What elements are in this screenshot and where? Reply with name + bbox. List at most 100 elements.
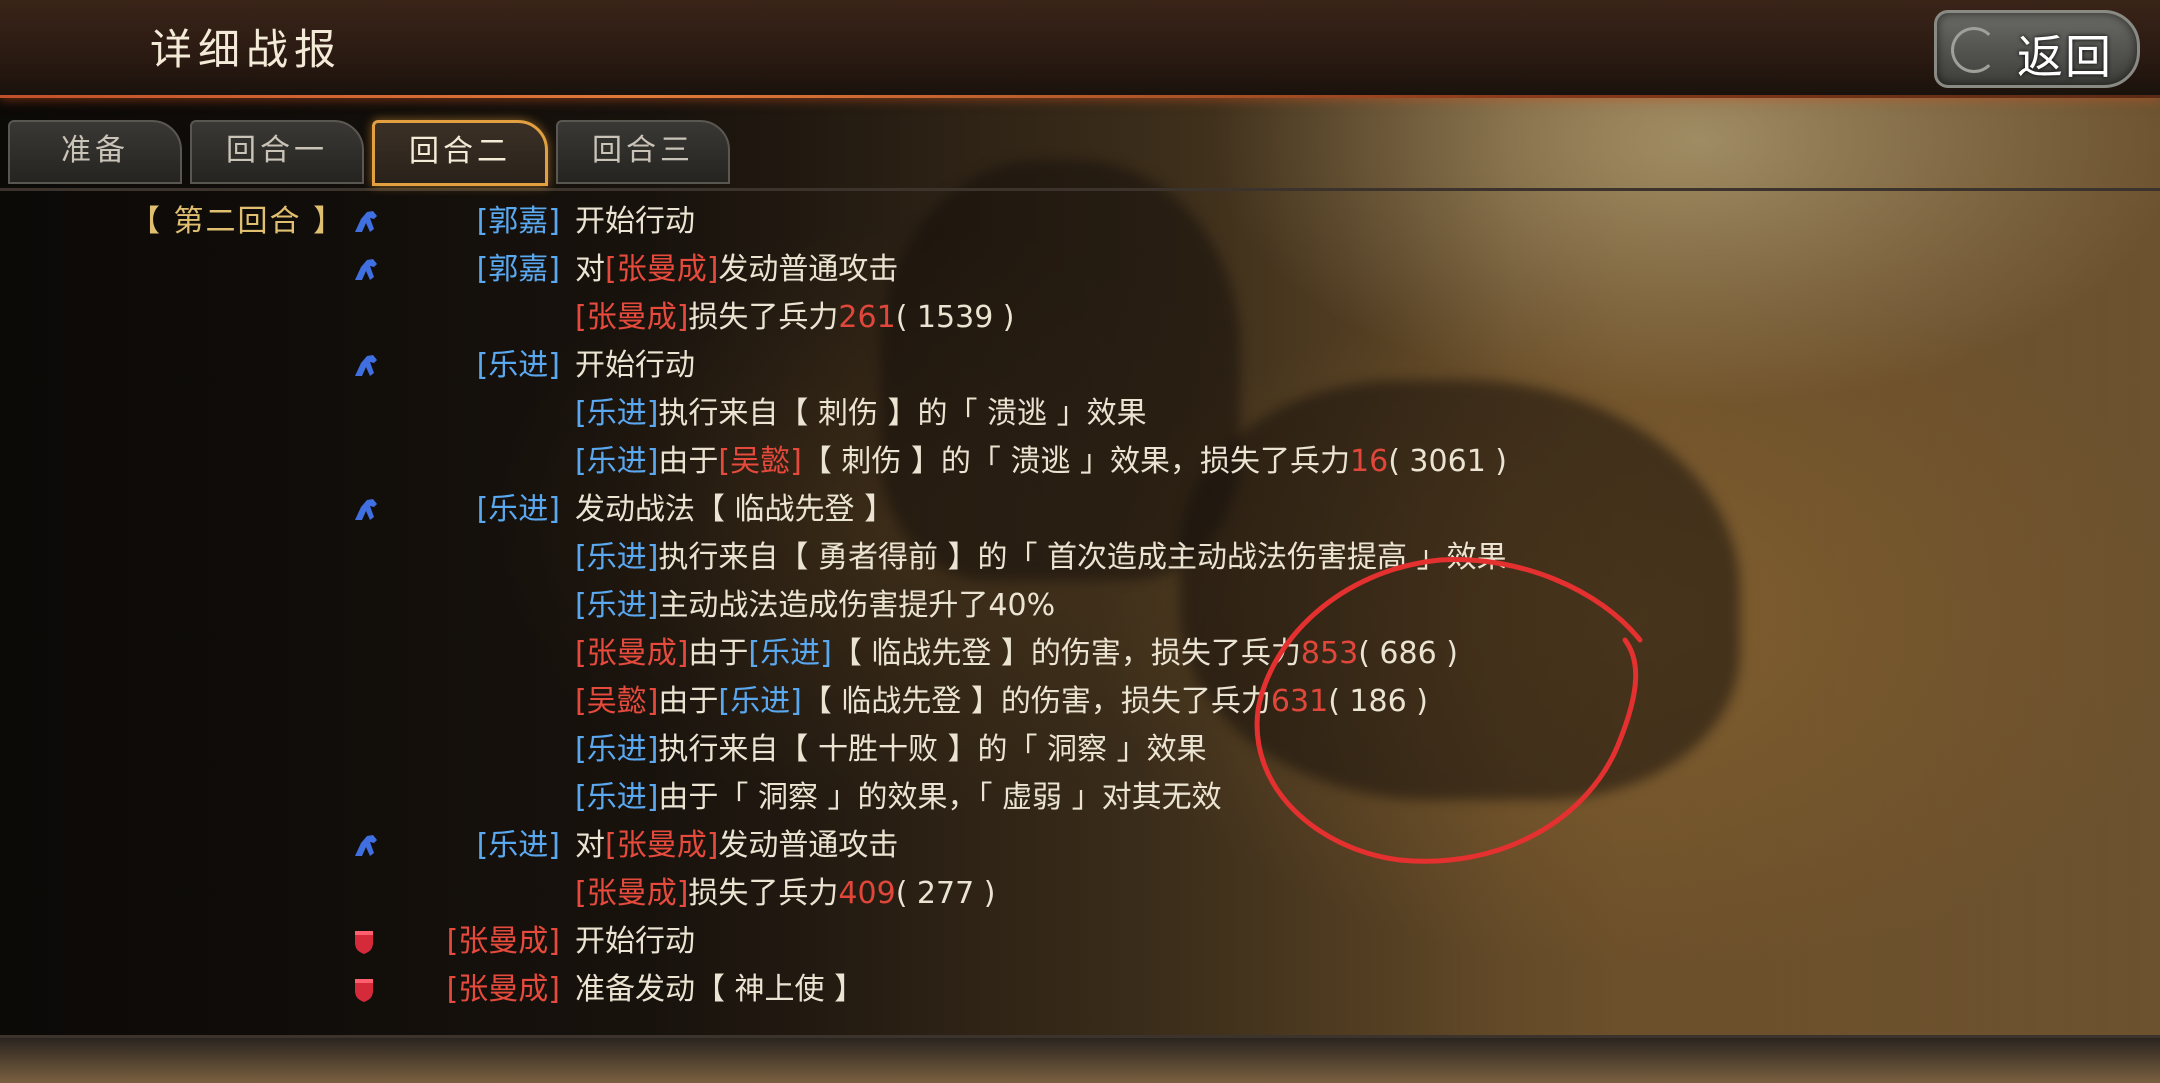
log-text: 开始行动 <box>575 348 695 383</box>
log-row: [乐进] 开始行动 <box>0 342 2160 390</box>
log-text-part: 损失了兵力 <box>688 876 839 911</box>
log-subject: [乐进] <box>575 396 659 431</box>
loss-number: 261 <box>838 300 896 335</box>
remaining-count: ( 1539 ) <box>895 300 1015 335</box>
log-text-part: 对 <box>575 252 605 287</box>
bottom-bar <box>0 1035 2160 1083</box>
log-text-part: 执行来自【 刺伤 】的「 溃逃 」效果 <box>658 396 1147 431</box>
log-row: [乐进]执行来自【 十胜十败 】的「 洞察 」效果 <box>0 726 2160 774</box>
log-subject: [乐进] <box>575 444 659 479</box>
log-text: [乐进]执行来自【 刺伤 】的「 溃逃 」效果 <box>575 390 1147 438</box>
loss-number: 631 <box>1270 684 1329 719</box>
log-subject: [张曼成] <box>575 876 689 911</box>
log-actor: [乐进] <box>476 348 560 383</box>
log-text: 对[张曼成]发动普通攻击 <box>575 822 898 870</box>
log-row: [张曼成]由于[乐进]【 临战先登 】的伤害，损失了兵力853( 686 ) <box>0 630 2160 678</box>
log-text-part: 发动普通攻击 <box>718 828 899 863</box>
horse-icon <box>352 486 382 534</box>
shield-icon <box>352 918 382 966</box>
log-source: [吴懿] <box>718 444 802 479</box>
log-subject: [吴懿] <box>575 684 659 719</box>
log-subject: [张曼成] <box>575 300 689 335</box>
log-text: 准备发动【 神上使 】 <box>575 972 865 1007</box>
log-text: [乐进]执行来自【 勇者得前 】的「 首次造成主动战法伤害提高 」效果 <box>575 534 1507 582</box>
log-actor: [郭嘉] <box>476 204 560 239</box>
back-ornament-icon <box>1951 27 1997 73</box>
log-source: [乐进] <box>748 636 832 671</box>
loss-number: 16 <box>1350 444 1389 479</box>
log-text-part: 由于「 洞察 」的效果，「 虚弱 」对其无效 <box>658 780 1222 815</box>
log-subject: [张曼成] <box>575 636 689 671</box>
log-text: [张曼成]由于[乐进]【 临战先登 】的伤害，损失了兵力853( 686 ) <box>575 630 1458 678</box>
remaining-count: ( 686 ) <box>1358 636 1458 671</box>
log-subject: [乐进] <box>575 780 659 815</box>
header-bar: 详细战报 返回 <box>0 0 2160 98</box>
log-row: [吴懿]由于[乐进]【 临战先登 】的伤害，损失了兵力631( 186 ) <box>0 678 2160 726</box>
log-actor: [张曼成] <box>446 972 560 1007</box>
round-tab-bar: 准备 回合一 回合二 回合三 <box>0 108 2160 191</box>
log-subject: [乐进] <box>575 540 659 575</box>
log-text: 发动战法【 临战先登 】 <box>575 492 895 527</box>
log-row: [张曼成] 准备发动【 神上使 】 <box>0 966 2160 1014</box>
round-label: 【 第二回合 】 <box>130 204 346 239</box>
log-text: [张曼成]损失了兵力261( 1539 ) <box>575 294 1015 342</box>
log-text: [乐进]主动战法造成伤害提升了40% <box>575 582 1055 630</box>
tab-round-two[interactable]: 回合二 <box>372 120 548 186</box>
horse-icon <box>352 246 382 294</box>
log-text-part: 损失了兵力 <box>688 300 839 335</box>
horse-icon <box>352 198 382 246</box>
log-text: [乐进]由于「 洞察 」的效果，「 虚弱 」对其无效 <box>575 774 1222 822</box>
battle-log[interactable]: 【 第二回合 】 [郭嘉] 开始行动 [郭嘉] 对[张曼成]发动普通攻击 [张曼… <box>0 190 2160 1035</box>
log-text-part: 【 临战先登 】的伤害，损失了兵力 <box>831 636 1301 671</box>
log-text: 开始行动 <box>575 924 695 959</box>
log-text: [乐进]由于[吴懿]【 刺伤 】的「 溃逃 」效果，损失了兵力16( 3061 … <box>575 438 1507 486</box>
tab-round-three[interactable]: 回合三 <box>556 120 730 184</box>
log-row: [乐进] 对[张曼成]发动普通攻击 <box>0 822 2160 870</box>
log-source: [乐进] <box>718 684 802 719</box>
remaining-count: ( 3061 ) <box>1388 444 1508 479</box>
log-actor: [张曼成] <box>446 924 560 959</box>
log-row: [乐进]由于「 洞察 」的效果，「 虚弱 」对其无效 <box>0 774 2160 822</box>
log-text-part: 执行来自【 十胜十败 】的「 洞察 」效果 <box>658 732 1207 767</box>
log-text: [乐进]执行来自【 十胜十败 】的「 洞察 」效果 <box>575 726 1207 774</box>
log-row: [张曼成]损失了兵力261( 1539 ) <box>0 294 2160 342</box>
page-title: 详细战报 <box>150 25 343 74</box>
log-row: [乐进] 发动战法【 临战先登 】 <box>0 486 2160 534</box>
horse-icon <box>352 342 382 390</box>
log-row: [张曼成]损失了兵力409( 277 ) <box>0 870 2160 918</box>
log-text: [吴懿]由于[乐进]【 临战先登 】的伤害，损失了兵力631( 186 ) <box>575 678 1428 726</box>
log-row: 【 第二回合 】 [郭嘉] 开始行动 <box>0 198 2160 246</box>
horse-icon <box>352 822 382 870</box>
back-button-label: 返回 <box>2017 30 2113 84</box>
log-text-part: 主动战法造成伤害提升了40% <box>658 588 1056 623</box>
log-text: [张曼成]损失了兵力409( 277 ) <box>575 870 995 918</box>
loss-number: 853 <box>1300 636 1359 671</box>
log-text-part: 对 <box>575 828 605 863</box>
remaining-count: ( 277 ) <box>895 876 996 911</box>
back-button[interactable]: 返回 <box>1934 10 2140 88</box>
log-row: [张曼成] 开始行动 <box>0 918 2160 966</box>
log-text-part: 【 刺伤 】的「 溃逃 」效果，损失了兵力 <box>801 444 1350 479</box>
log-text-part: 执行来自【 勇者得前 】的「 首次造成主动战法伤害提高 」效果 <box>658 540 1507 575</box>
log-row: [乐进]执行来自【 勇者得前 】的「 首次造成主动战法伤害提高 」效果 <box>0 534 2160 582</box>
shield-icon <box>352 966 382 1014</box>
log-row: [乐进]执行来自【 刺伤 】的「 溃逃 」效果 <box>0 390 2160 438</box>
log-text-part: 由于 <box>658 444 719 479</box>
log-target: [张曼成] <box>605 828 719 863</box>
log-text: 对[张曼成]发动普通攻击 <box>575 246 898 294</box>
log-actor: [郭嘉] <box>476 252 560 287</box>
tab-round-one[interactable]: 回合一 <box>190 120 364 184</box>
log-text-part: 由于 <box>688 636 749 671</box>
log-text-part: 由于 <box>658 684 719 719</box>
log-row: [乐进]主动战法造成伤害提升了40% <box>0 582 2160 630</box>
log-text-part: 发动普通攻击 <box>718 252 899 287</box>
log-actor: [乐进] <box>476 492 560 527</box>
log-subject: [乐进] <box>575 588 659 623</box>
log-row: [乐进]由于[吴懿]【 刺伤 】的「 溃逃 」效果，损失了兵力16( 3061 … <box>0 438 2160 486</box>
log-subject: [乐进] <box>575 732 659 767</box>
loss-number: 409 <box>838 876 896 911</box>
log-text: 开始行动 <box>575 204 695 239</box>
log-row: [郭嘉] 对[张曼成]发动普通攻击 <box>0 246 2160 294</box>
log-target: [张曼成] <box>605 252 719 287</box>
tab-prepare[interactable]: 准备 <box>8 120 182 184</box>
